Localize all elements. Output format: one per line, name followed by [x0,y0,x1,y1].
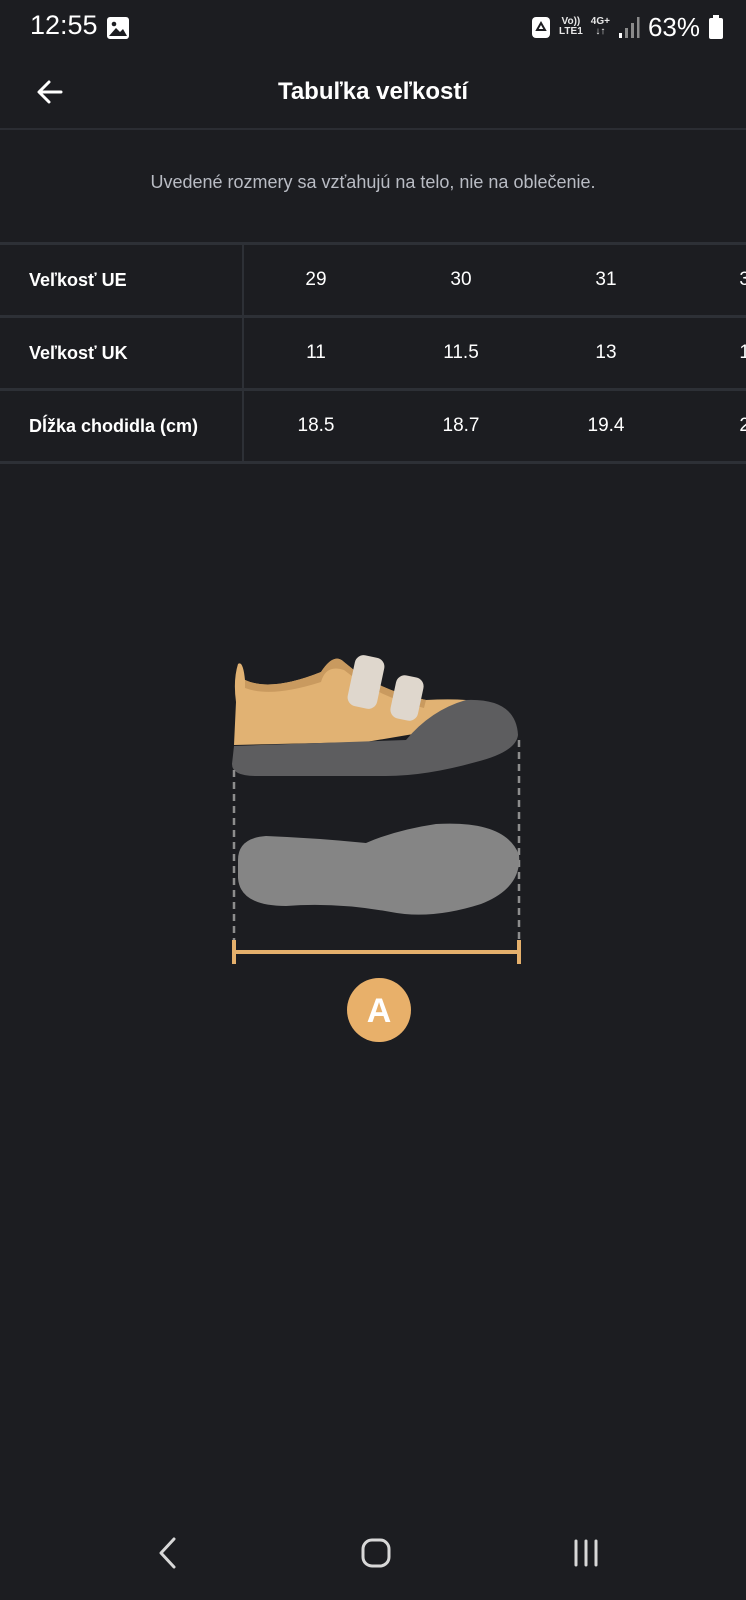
home-nav-icon [361,1538,391,1568]
volte-line2: LTE1 [559,26,583,37]
app-bar: Tabuľka veľkostí [0,56,746,130]
table-cell: 30 [450,269,472,290]
recents-nav-icon [574,1539,598,1567]
battery-icon [709,15,723,39]
table-row-foot-length: Dĺžka chodidla (cm) 18.5 18.7 19.4 20 [0,391,746,464]
nav-home-button[interactable] [346,1528,406,1578]
shoe-measurement-illustration: A [232,655,521,1042]
status-icons: Vo)) LTE1 4G+ ↓↑ 63% [531,10,724,44]
back-nav-icon [159,1537,176,1569]
signal-icon [618,17,640,38]
table-cell: 18.5 [297,415,335,436]
gallery-icon [107,17,129,39]
shoe-icon [232,655,518,776]
table-cell: 13 [595,342,617,363]
table-cell: 11 [306,342,326,363]
disclaimer-section: Uvedené rozmery sa vzťahujú na telo, nie… [0,130,746,242]
table-cell: 18.7 [442,415,480,436]
table-cell: 32 [700,245,746,315]
disclaimer-text: Uvedené rozmery sa vzťahujú na telo, nie… [150,172,596,192]
size-table[interactable]: Veľkosť UE 29 30 31 32 Veľkosť UK 11 11.… [0,242,746,465]
footprint-icon [238,823,520,915]
marker-label: A [367,992,392,1030]
row-label: Dĺžka chodidla (cm) [0,391,244,461]
status-time: 12:55 [30,10,98,40]
marker-a-badge: A [347,978,411,1042]
table-row-uk: Veľkosť UK 11 11.5 13 13 [0,318,746,391]
table-cell: 31 [595,269,617,290]
page-title: Tabuľka veľkostí [277,78,469,105]
recycle-icon [532,17,551,38]
nav-back-button[interactable] [138,1528,198,1578]
measure-line [232,940,521,964]
row-label: Veľkosť UK [0,318,244,388]
volte-indicator: Vo)) LTE1 [559,17,583,37]
table-cell: 13 [700,318,746,388]
table-cell: 11.5 [443,342,479,363]
nav-recents-button[interactable] [556,1528,616,1578]
table-row-eu: Veľkosť UE 29 30 31 32 [0,245,746,318]
status-bar: 12:55 Vo)) LTE1 4G+ ↓↑ 63% [0,0,746,56]
battery-percent: 63% [647,11,700,42]
table-cell: 19.4 [587,415,625,436]
system-nav-bar [0,1510,746,1600]
row-label: Veľkosť UE [0,245,244,315]
table-cell: 29 [305,269,327,290]
network-indicator: 4G+ ↓↑ [591,17,610,37]
network-arrows: ↓↑ [595,26,606,37]
table-cell: 20 [700,391,746,461]
